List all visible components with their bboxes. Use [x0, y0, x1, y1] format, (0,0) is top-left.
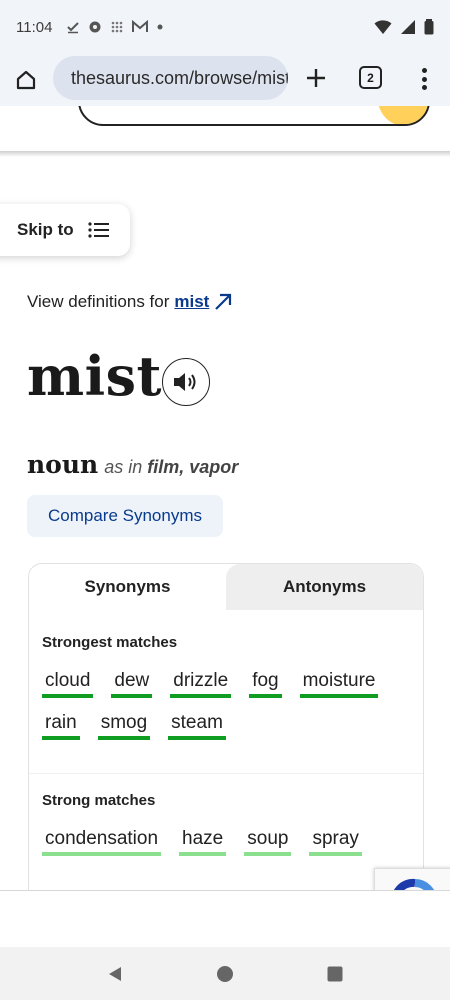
skip-to-button[interactable]: Skip to	[0, 204, 130, 256]
synonym-link[interactable]: spray	[309, 828, 362, 856]
menu-dot-icon	[421, 85, 427, 90]
strongest-matches-title: Strongest matches	[42, 634, 178, 651]
signal-icon	[401, 20, 415, 34]
strong-matches-title: Strong matches	[42, 792, 156, 809]
status-time: 11:04	[16, 18, 53, 36]
url-text: thesaurus.com/browse/mist	[71, 67, 288, 88]
as-in-label: as in	[104, 457, 143, 477]
synonym-link[interactable]: soup	[244, 828, 292, 856]
battery-icon	[424, 19, 434, 35]
synonym-link[interactable]: rain	[42, 712, 80, 740]
browser-toolbar: thesaurus.com/browse/mist 2	[0, 54, 450, 106]
search-button[interactable]	[378, 106, 428, 124]
plus-icon	[307, 69, 325, 87]
synonyms-card: Synonyms Antonyms Strongest matches clou…	[28, 563, 424, 890]
pronunciation-audio-button[interactable]	[162, 358, 210, 406]
view-definitions-prefix: View definitions for	[27, 292, 170, 311]
synonym-link[interactable]: cloud	[42, 670, 94, 698]
home-button[interactable]	[0, 54, 52, 106]
header-shadow	[0, 151, 450, 157]
list-icon	[88, 222, 109, 238]
system-nav-bar	[0, 947, 450, 1000]
part-of-speech-line: noun as in film, vapor	[27, 450, 238, 479]
as-in-words: film, vapor	[147, 457, 239, 477]
compare-synonyms-button[interactable]: Compare Synonyms	[27, 495, 223, 537]
strong-matches-list: condensation haze soup spray	[42, 828, 412, 856]
tab-switcher-button[interactable]: 2	[359, 66, 382, 89]
external-arrow-icon[interactable]	[213, 292, 233, 312]
notification-icons	[66, 20, 164, 34]
browser-menu-button[interactable]	[412, 64, 436, 94]
synonym-link[interactable]: dew	[111, 670, 153, 698]
grid-icon	[112, 21, 123, 33]
synonym-link[interactable]: fog	[249, 670, 282, 698]
chat-icon	[89, 21, 101, 33]
recents-icon[interactable]	[326, 965, 344, 983]
menu-dot-icon	[421, 76, 427, 82]
check-icon	[67, 22, 80, 34]
synonym-link[interactable]: drizzle	[170, 670, 232, 698]
part-of-speech: noun	[27, 450, 99, 479]
home-circle-icon[interactable]	[216, 965, 234, 983]
menu-dot-icon	[421, 68, 427, 73]
status-bar: 11:04	[0, 0, 450, 54]
section-divider	[29, 773, 423, 774]
wifi-icon	[374, 20, 392, 34]
tab-antonyms[interactable]: Antonyms	[226, 564, 423, 610]
strongest-matches-list: cloud dew drizzle fog moisture rain smog…	[42, 670, 412, 740]
dot-icon	[157, 24, 163, 30]
gmail-icon	[132, 20, 149, 32]
speaker-icon	[174, 373, 196, 391]
recaptcha-icon	[394, 878, 434, 890]
definition-link[interactable]: mist	[174, 292, 209, 312]
synonym-link[interactable]: condensation	[42, 828, 162, 856]
synonym-link[interactable]: haze	[179, 828, 227, 856]
tab-synonyms[interactable]: Synonyms	[29, 564, 226, 610]
web-page: Skip to View definitions for mist mist n…	[0, 106, 450, 890]
back-icon[interactable]	[106, 965, 124, 983]
view-definitions: View definitions for mist	[27, 292, 233, 312]
skip-to-label: Skip to	[17, 220, 74, 239]
headword: mist	[27, 344, 162, 408]
home-icon	[16, 70, 36, 90]
address-bar[interactable]: thesaurus.com/browse/mist	[53, 56, 288, 100]
system-icons	[374, 19, 434, 35]
search-bar[interactable]	[78, 106, 430, 126]
synonym-link[interactable]: moisture	[299, 670, 379, 698]
synonym-link[interactable]: smog	[97, 712, 151, 740]
synonym-link[interactable]: steam	[168, 712, 226, 740]
new-tab-button[interactable]	[300, 62, 332, 94]
bottom-area	[0, 890, 450, 947]
recaptcha-badge[interactable]	[374, 868, 450, 890]
tab-row: Synonyms Antonyms	[29, 564, 423, 610]
